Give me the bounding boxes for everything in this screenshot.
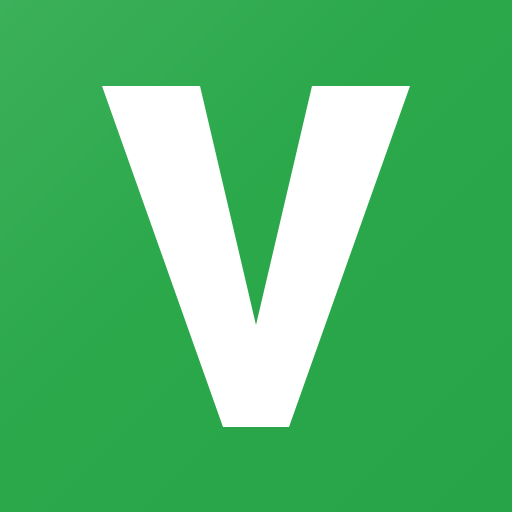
app-icon-tile: V [0,0,512,512]
v-letter-logo-icon [102,86,410,427]
